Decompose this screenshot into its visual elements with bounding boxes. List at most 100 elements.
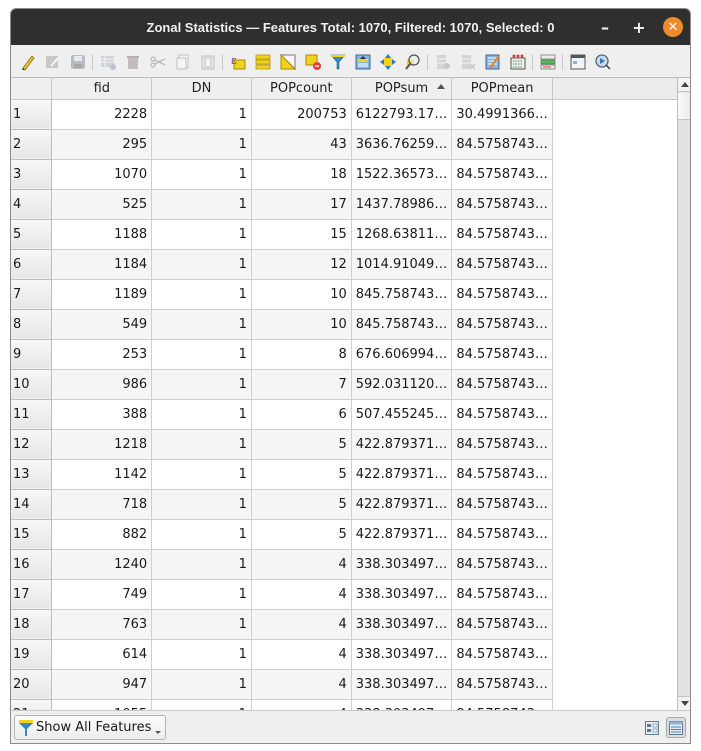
table-row[interactable]: 13 1142 1 5 422.879371… 84.5758743… <box>11 459 677 490</box>
cell-popmean[interactable]: 84.5758743… <box>451 669 553 700</box>
new-field-button[interactable] <box>430 51 455 73</box>
maximize-button[interactable]: + <box>629 17 649 37</box>
cell-dn[interactable]: 1 <box>151 159 252 190</box>
row-header[interactable]: 1 <box>11 99 53 130</box>
cell-fid[interactable]: 1070 <box>51 159 153 190</box>
cell-fid[interactable]: 749 <box>51 579 153 610</box>
cell-fid[interactable]: 2228 <box>51 99 153 130</box>
table-row[interactable]: 20 947 1 4 338.303497… 84.5758743… <box>11 669 677 700</box>
cell-popcount[interactable]: 4 <box>251 639 352 670</box>
table-row[interactable]: 9 253 1 8 676.606994… 84.5758743… <box>11 339 677 370</box>
cell-popmean[interactable]: 84.5758743… <box>451 219 553 250</box>
row-header[interactable]: 18 <box>11 609 53 640</box>
cell-dn[interactable]: 1 <box>151 249 252 280</box>
row-header[interactable]: 13 <box>11 459 53 490</box>
cell-fid[interactable]: 882 <box>51 519 153 550</box>
cell-popcount[interactable]: 8 <box>251 339 352 370</box>
row-header[interactable]: 3 <box>11 159 53 190</box>
table-row[interactable]: 12 1218 1 5 422.879371… 84.5758743… <box>11 429 677 460</box>
switch-to-table-view-button[interactable] <box>666 717 686 738</box>
copy-selected-button[interactable] <box>170 51 195 73</box>
cell-fid[interactable]: 1142 <box>51 459 153 490</box>
move-selection-to-top-button[interactable] <box>350 51 375 73</box>
cell-fid[interactable]: 1240 <box>51 549 153 580</box>
cell-popmean[interactable]: 84.5758743… <box>451 459 553 490</box>
cell-dn[interactable]: 1 <box>151 699 252 710</box>
cell-popmean[interactable]: 84.5758743… <box>451 639 553 670</box>
cell-popmean[interactable]: 84.5758743… <box>451 279 553 310</box>
cell-popcount[interactable]: 5 <box>251 429 352 460</box>
cell-dn[interactable]: 1 <box>151 339 252 370</box>
column-header-fid[interactable]: fid <box>51 78 153 100</box>
table-row[interactable]: 6 1184 1 12 1014.91049… 84.5758743… <box>11 249 677 280</box>
cell-popcount[interactable]: 12 <box>251 249 352 280</box>
cell-popcount[interactable]: 7 <box>251 369 352 400</box>
cell-popcount[interactable]: 5 <box>251 459 352 490</box>
row-header[interactable]: 7 <box>11 279 53 310</box>
cell-popcount[interactable]: 17 <box>251 189 352 220</box>
table-row[interactable]: 10 986 1 7 592.031120… 84.5758743… <box>11 369 677 400</box>
cell-popcount[interactable]: 10 <box>251 309 352 340</box>
cell-fid[interactable]: 1188 <box>51 219 153 250</box>
cell-fid[interactable]: 1055 <box>51 699 153 710</box>
scroll-up-button[interactable] <box>678 78 690 92</box>
cell-popsum[interactable]: 3636.76259… <box>351 129 453 160</box>
cell-popsum[interactable]: 422.879371… <box>351 429 453 460</box>
cell-dn[interactable]: 1 <box>151 309 252 340</box>
conditional-formatting-button[interactable] <box>535 51 560 73</box>
cell-fid[interactable]: 295 <box>51 129 153 160</box>
cell-dn[interactable]: 1 <box>151 369 252 400</box>
cell-popcount[interactable]: 6 <box>251 399 352 430</box>
cell-popsum[interactable]: 592.031120… <box>351 369 453 400</box>
cell-fid[interactable]: 1189 <box>51 279 153 310</box>
row-header[interactable]: 5 <box>11 219 53 250</box>
cell-popcount[interactable]: 5 <box>251 519 352 550</box>
delete-selected-button[interactable] <box>120 51 145 73</box>
cell-popsum[interactable]: 338.303497… <box>351 549 453 580</box>
cell-popmean[interactable]: 84.5758743… <box>451 189 553 220</box>
add-feature-button[interactable] <box>95 51 120 73</box>
cell-fid[interactable]: 1218 <box>51 429 153 460</box>
cell-popsum[interactable]: 845.758743… <box>351 279 453 310</box>
corner-select-all[interactable] <box>11 78 53 100</box>
cell-popcount[interactable]: 4 <box>251 669 352 700</box>
cell-popmean[interactable]: 84.5758743… <box>451 399 553 430</box>
minimize-button[interactable]: – <box>595 17 615 37</box>
cell-popsum[interactable]: 1522.36573… <box>351 159 453 190</box>
row-header[interactable]: 2 <box>11 129 53 160</box>
cell-popmean[interactable]: 84.5758743… <box>451 309 553 340</box>
cell-dn[interactable]: 1 <box>151 669 252 700</box>
table-row[interactable]: 8 549 1 10 845.758743… 84.5758743… <box>11 309 677 340</box>
cell-popmean[interactable]: 84.5758743… <box>451 519 553 550</box>
table-row[interactable]: 11 388 1 6 507.455245… 84.5758743… <box>11 399 677 430</box>
table-row[interactable]: 2 295 1 43 3636.76259… 84.5758743… <box>11 129 677 160</box>
select-all-button[interactable] <box>250 51 275 73</box>
table-row[interactable]: 4 525 1 17 1437.78986… 84.5758743… <box>11 189 677 220</box>
switch-to-form-view-button[interactable] <box>642 717 662 738</box>
save-edits-button[interactable] <box>65 51 90 73</box>
cell-fid[interactable]: 253 <box>51 339 153 370</box>
cell-popcount[interactable]: 10 <box>251 279 352 310</box>
cell-popsum[interactable]: 422.879371… <box>351 489 453 520</box>
cell-popmean[interactable]: 84.5758743… <box>451 549 553 580</box>
cell-popsum[interactable]: 338.303497… <box>351 669 453 700</box>
cell-fid[interactable]: 763 <box>51 609 153 640</box>
cell-popsum[interactable]: 1014.91049… <box>351 249 453 280</box>
cell-popmean[interactable]: 84.5758743… <box>451 369 553 400</box>
cell-popmean[interactable]: 84.5758743… <box>451 609 553 640</box>
cell-fid[interactable]: 525 <box>51 189 153 220</box>
cell-popcount[interactable]: 200753 <box>251 99 352 130</box>
cell-popmean[interactable]: 84.5758743… <box>451 489 553 520</box>
cell-popcount[interactable]: 4 <box>251 579 352 610</box>
table-row[interactable]: 18 763 1 4 338.303497… 84.5758743… <box>11 609 677 640</box>
cell-dn[interactable]: 1 <box>151 459 252 490</box>
cell-popmean[interactable]: 84.5758743… <box>451 579 553 610</box>
cell-popsum[interactable]: 1268.63811… <box>351 219 453 250</box>
cell-dn[interactable]: 1 <box>151 99 252 130</box>
cell-popsum[interactable]: 422.879371… <box>351 459 453 490</box>
cell-popsum[interactable]: 6122793.17… <box>351 99 453 130</box>
cell-dn[interactable]: 1 <box>151 129 252 160</box>
cell-dn[interactable]: 1 <box>151 579 252 610</box>
row-header[interactable]: 10 <box>11 369 53 400</box>
table-row[interactable]: 19 614 1 4 338.303497… 84.5758743… <box>11 639 677 670</box>
